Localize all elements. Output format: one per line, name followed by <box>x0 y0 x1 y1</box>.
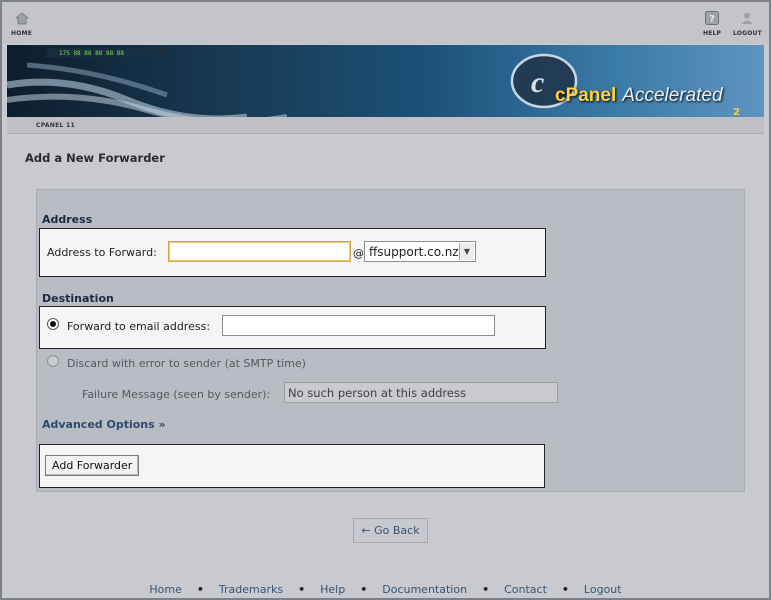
version-label: CPANEL 11 <box>36 122 75 129</box>
top-nav-bar: HOME ? HELP LOGOUT <box>2 2 769 44</box>
domain-select-value: ffsupport.co.nz <box>369 244 459 259</box>
footer-help-link[interactable]: Help <box>320 583 345 596</box>
footer-separator: • <box>196 583 204 596</box>
destination-section-label: Destination <box>42 292 114 305</box>
cables-graphic: 175 88 88 88 88 88 <box>7 48 287 117</box>
help-nav[interactable]: ? HELP <box>703 10 721 37</box>
home-icon <box>14 10 30 26</box>
home-nav-label: HOME <box>11 30 32 37</box>
logout-nav[interactable]: LOGOUT <box>733 10 762 37</box>
brand-accelerated: Accelerated <box>622 85 723 106</box>
brand-c: cPanel <box>555 85 617 106</box>
help-nav-label: HELP <box>703 30 722 37</box>
footer-links: Home • Trademarks • Help • Documentation… <box>0 583 771 596</box>
footer-separator: • <box>561 583 569 596</box>
failure-message-input[interactable]: No such person at this address <box>284 382 558 403</box>
footer-contact-link[interactable]: Contact <box>504 583 547 596</box>
at-symbol: @ <box>353 247 364 260</box>
discard-label: Discard with error to sender (at SMTP ti… <box>67 357 306 370</box>
advanced-options-link[interactable]: Advanced Options » <box>42 418 166 431</box>
brand-version-number: 2 <box>733 107 740 117</box>
chevron-down-icon[interactable]: ▼ <box>459 243 474 260</box>
forward-radio[interactable] <box>47 318 59 330</box>
discard-radio[interactable] <box>47 355 59 367</box>
footer-separator: • <box>298 583 306 596</box>
user-icon <box>739 10 755 26</box>
failure-message-label: Failure Message (seen by sender): <box>82 388 271 401</box>
svg-text:175 88 88 88 88 88: 175 88 88 88 88 88 <box>59 50 124 57</box>
forward-email-input[interactable] <box>222 315 495 336</box>
address-section-label: Address <box>42 213 93 226</box>
version-bar: CPANEL 11 <box>7 117 764 134</box>
address-input[interactable] <box>168 241 351 262</box>
forward-label: Forward to email address: <box>67 320 211 333</box>
domain-select[interactable]: ffsupport.co.nz ▼ <box>364 241 476 262</box>
go-back-button[interactable]: ← Go Back <box>353 518 428 543</box>
footer-documentation-link[interactable]: Documentation <box>382 583 467 596</box>
footer-separator: • <box>360 583 368 596</box>
page-title: Add a New Forwarder <box>25 151 165 165</box>
add-forwarder-button[interactable]: Add Forwarder <box>45 455 140 476</box>
footer-trademarks-link[interactable]: Trademarks <box>219 583 283 596</box>
logout-nav-label: LOGOUT <box>733 30 762 37</box>
svg-text:?: ? <box>709 14 715 25</box>
footer-separator: • <box>482 583 490 596</box>
brand-wordmark: cPanel Accelerated <box>555 85 723 107</box>
svg-text:c: c <box>531 66 544 99</box>
footer-home-link[interactable]: Home <box>149 583 181 596</box>
cpanel-banner: 175 88 88 88 88 88 c cPanel Accelerated 2 <box>7 45 764 117</box>
address-field-label: Address to Forward: <box>47 246 157 259</box>
home-nav[interactable]: HOME <box>11 10 32 37</box>
footer-logout-link[interactable]: Logout <box>584 583 622 596</box>
help-icon: ? <box>704 10 720 26</box>
